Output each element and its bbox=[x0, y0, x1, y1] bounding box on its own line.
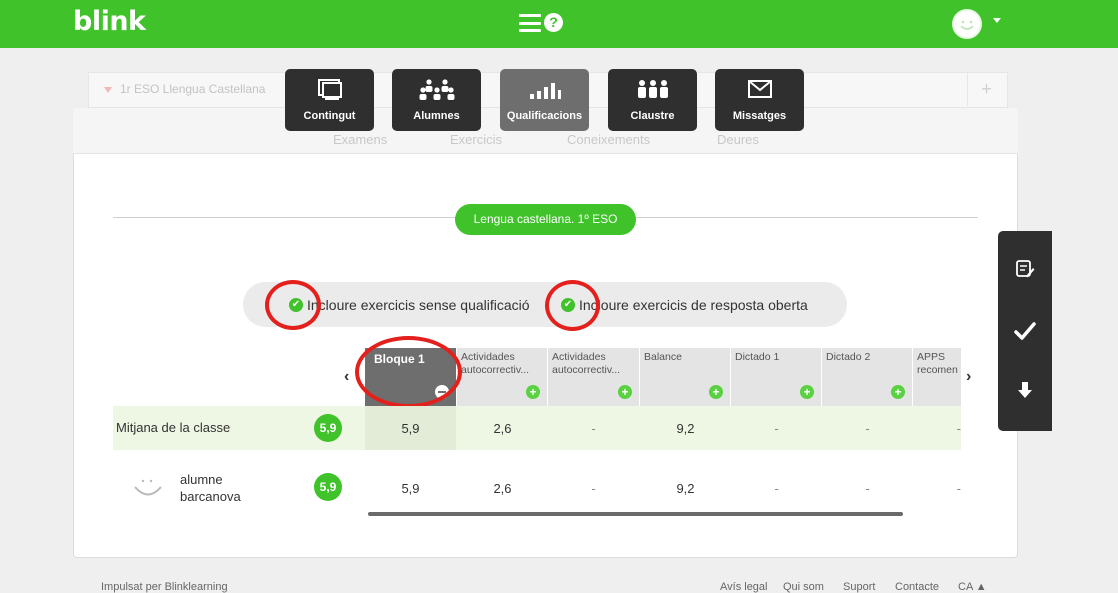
expand-icon[interactable]: + bbox=[618, 385, 632, 399]
expand-icon[interactable]: + bbox=[526, 385, 540, 399]
tab-coneixements[interactable]: Coneixements bbox=[567, 132, 650, 147]
scroll-right-arrow-icon[interactable]: › bbox=[966, 368, 971, 386]
download-arrow-icon bbox=[1018, 382, 1032, 398]
column-header[interactable]: Dictado 2 + bbox=[822, 348, 912, 406]
students-icon bbox=[419, 79, 454, 100]
column-label: Dictado 2 bbox=[826, 351, 871, 363]
column-label: Actividades autocorrectiv... bbox=[552, 351, 621, 376]
content-icon bbox=[317, 79, 342, 100]
help-icon[interactable]: ? bbox=[544, 13, 563, 32]
table-cell: - bbox=[865, 421, 870, 436]
add-course-button[interactable]: + bbox=[967, 73, 1005, 106]
menu-claustre-button[interactable]: Claustre bbox=[608, 69, 697, 131]
footer-powered-by: Impulsat per Blinklearning bbox=[101, 581, 228, 593]
chevron-down-icon[interactable] bbox=[104, 87, 112, 93]
table-cell: - bbox=[865, 481, 870, 496]
table-cell: 2,6 bbox=[493, 481, 512, 496]
course-title[interactable]: 1r ESO Llengua Castellana bbox=[120, 82, 265, 96]
footer-link-support[interactable]: Suport bbox=[843, 581, 875, 593]
checkmark-icon bbox=[1014, 322, 1036, 340]
tab-examens[interactable]: Examens bbox=[333, 132, 387, 147]
scroll-left-arrow-icon[interactable]: ‹ bbox=[344, 368, 349, 386]
menu-icon[interactable] bbox=[519, 14, 541, 32]
table-cell: - bbox=[591, 481, 596, 496]
table-cell: 9,2 bbox=[676, 481, 695, 496]
column-header[interactable]: APPS recomen bbox=[913, 348, 961, 406]
horizontal-scrollbar[interactable] bbox=[368, 512, 903, 516]
column-label: Balance bbox=[644, 351, 682, 363]
table-cell: 2,6 bbox=[493, 421, 512, 436]
table-cell: 9,2 bbox=[676, 421, 695, 436]
menu-label: Claustre bbox=[630, 110, 675, 122]
column-label: APPS recomen bbox=[917, 351, 958, 376]
avatar bbox=[134, 479, 162, 496]
student-name[interactable]: alumne barcanova bbox=[180, 471, 260, 505]
menu-alumnes-button[interactable]: Alumnes bbox=[392, 69, 481, 131]
footer-link-contact[interactable]: Contacte bbox=[895, 581, 939, 593]
menu-contingut-button[interactable]: Contingut bbox=[285, 69, 374, 131]
grade-badge: 5,9 bbox=[314, 473, 342, 501]
table-cell: - bbox=[774, 421, 779, 436]
envelope-icon bbox=[747, 80, 772, 98]
confirm-button[interactable] bbox=[998, 306, 1052, 356]
expand-icon[interactable]: + bbox=[800, 385, 814, 399]
menu-missatges-button[interactable]: Missatges bbox=[715, 69, 804, 131]
section-title: Lengua castellana. 1º ESO bbox=[455, 204, 636, 235]
user-avatar[interactable] bbox=[952, 9, 982, 39]
edit-icon bbox=[1016, 260, 1035, 278]
table-cell: 5,9 bbox=[401, 481, 420, 496]
column-header[interactable]: Dictado 1 + bbox=[731, 348, 821, 406]
menu-label: Contingut bbox=[303, 110, 356, 122]
menu-label: Alumnes bbox=[413, 110, 460, 122]
menu-label: Qualificacions bbox=[506, 110, 583, 122]
grades-chart-icon bbox=[529, 83, 561, 99]
filter-label: Incloure exercicis sense qualificació bbox=[307, 297, 530, 313]
menu-qualificacions-button[interactable]: Qualificacions bbox=[500, 69, 589, 131]
language-selector[interactable]: CA ▲ bbox=[958, 581, 987, 593]
column-header[interactable]: Actividades autocorrectiv... + bbox=[548, 348, 639, 406]
annotation-circle bbox=[545, 280, 600, 331]
footer-link-about[interactable]: Qui som bbox=[783, 581, 824, 593]
annotation-circle bbox=[355, 336, 462, 408]
staff-icon bbox=[637, 80, 668, 98]
table-cell: - bbox=[591, 421, 596, 436]
column-label: Actividades autocorrectiv... bbox=[461, 351, 530, 376]
chevron-down-icon[interactable] bbox=[993, 18, 1001, 23]
column-label: Dictado 1 bbox=[735, 351, 780, 363]
filter-label: Incloure exercicis de resposta oberta bbox=[579, 297, 808, 313]
expand-icon[interactable]: + bbox=[709, 385, 723, 399]
table-cell: - bbox=[956, 421, 961, 436]
tab-deures[interactable]: Deures bbox=[717, 132, 759, 147]
footer-link-legal[interactable]: Avís legal bbox=[720, 581, 768, 593]
menu-label: Missatges bbox=[732, 110, 787, 122]
grade-badge: 5,9 bbox=[314, 414, 342, 442]
row-label: Mitjana de la classe bbox=[116, 420, 231, 435]
column-header[interactable]: Balance + bbox=[640, 348, 730, 406]
table-cell: - bbox=[956, 481, 961, 496]
expand-icon[interactable]: + bbox=[891, 385, 905, 399]
column-header[interactable]: Actividades autocorrectiv... + bbox=[457, 348, 547, 406]
filter-ungraded-checkbox[interactable]: ✔ Incloure exercicis sense qualificació bbox=[289, 297, 530, 313]
table-cell: 5,9 bbox=[401, 421, 420, 436]
tab-exercicis[interactable]: Exercicis bbox=[450, 132, 502, 147]
app-logo[interactable]: blink bbox=[73, 6, 146, 37]
table-cell: - bbox=[774, 481, 779, 496]
download-button[interactable] bbox=[998, 366, 1052, 416]
annotation-circle bbox=[265, 280, 321, 330]
edit-notes-button[interactable] bbox=[998, 246, 1052, 296]
